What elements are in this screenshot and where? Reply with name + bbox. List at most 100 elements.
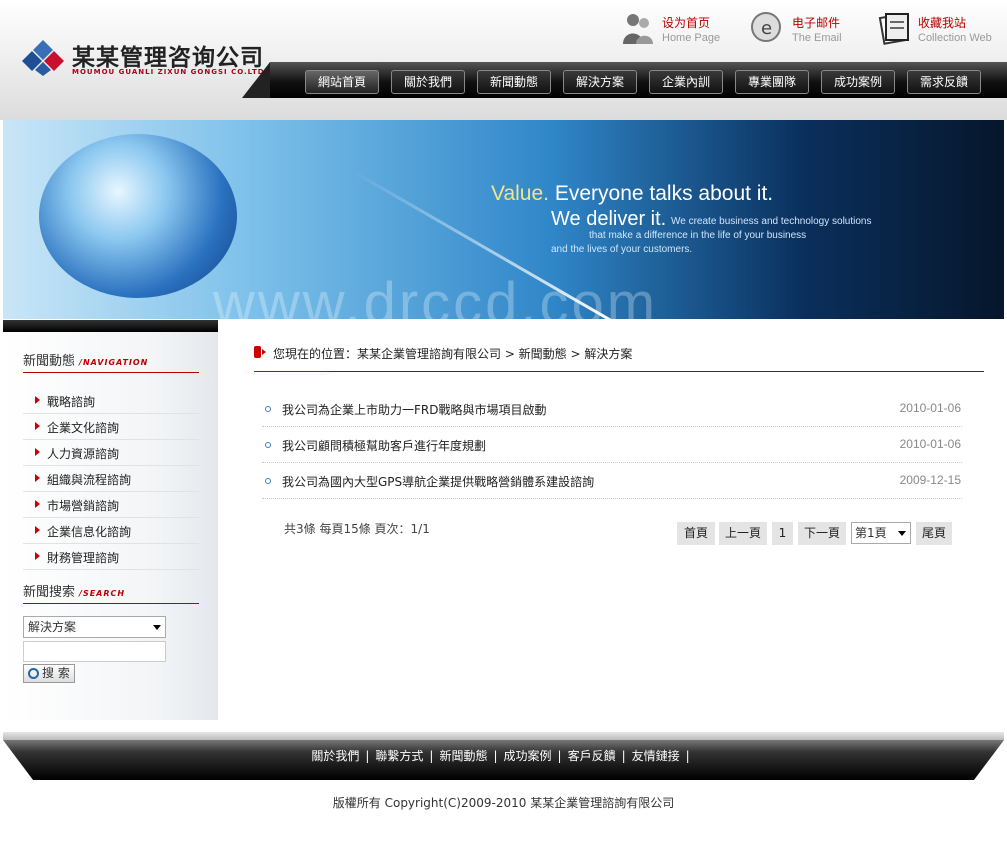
- footer-link-about[interactable]: 關於我們: [311, 749, 359, 763]
- sidebar-item-culture[interactable]: 企業文化諮詢: [23, 414, 199, 440]
- email-icon: e: [751, 12, 781, 42]
- banner-value: Value.: [491, 182, 549, 205]
- current-page[interactable]: 1: [772, 522, 793, 545]
- prev-page-button[interactable]: 上一頁: [719, 522, 767, 545]
- banner-line5: and the lives of your customers.: [551, 244, 693, 255]
- footer-link-friends[interactable]: 友情鏈接: [632, 749, 680, 763]
- news-title[interactable]: 我公司為企業上市助力一FRD戰略與市場項目啟動: [282, 401, 546, 418]
- footer-links: 關於我們 | 聯繫方式 | 新聞動態 | 成功案例 | 客戶反饋 | 友情鏈接 |: [3, 747, 1004, 764]
- toplink-cn: 设为首页: [662, 16, 711, 30]
- bullet-icon: [265, 478, 271, 484]
- footer-separator: |: [685, 749, 690, 763]
- bookmark-icon: [878, 13, 909, 45]
- sidebar-item-label: 財務管理諮詢: [47, 551, 120, 565]
- sidebar-item-hr[interactable]: 人力資源諮詢: [23, 440, 199, 466]
- search-button-label: 搜 索: [42, 666, 70, 680]
- nav-feedback[interactable]: 需求反饋: [907, 70, 981, 94]
- sidebar-item-it[interactable]: 企業信息化諮詢: [23, 518, 199, 544]
- search-keyword-input[interactable]: [23, 641, 166, 662]
- arrow-icon: [35, 500, 40, 508]
- top-links: 设为首页 Home Page e 电子邮件 The Email 收藏我站 Col…: [620, 10, 1000, 50]
- banner-line2: We deliver it.: [551, 208, 667, 230]
- banner-line1: Value. Everyone talks about it.: [491, 182, 773, 206]
- banner: www.drccd.com Value. Everyone talks abou…: [3, 120, 1004, 319]
- breadcrumb-accent: [254, 371, 329, 372]
- next-page-button[interactable]: 下一頁: [798, 522, 846, 545]
- news-title[interactable]: 我公司為國內大型GPS導航企業提供戰略營銷體系建設諮詢: [282, 473, 594, 490]
- sidebar-nav-title-en: /NAVIGATION: [79, 358, 149, 367]
- search-button[interactable]: 搜 索: [23, 664, 75, 683]
- sidebar-item-marketing[interactable]: 市場營銷諮詢: [23, 492, 199, 518]
- copyright: 版權所有 Copyright(C)2009-2010 某某企業管理諮詢有限公司: [332, 796, 675, 810]
- sidebar-nav-title: 新聞動態/NAVIGATION: [23, 350, 148, 369]
- footer-link-news[interactable]: 新聞動態: [439, 749, 487, 763]
- chevron-down-icon: [153, 625, 161, 630]
- pagination-info: 共3條 每頁15條 頁次：1/1: [284, 522, 430, 536]
- news-item[interactable]: 我公司為企業上市助力一FRD戰略與市場項目啟動 2010-01-06: [262, 392, 962, 427]
- footer-link-cases[interactable]: 成功案例: [504, 749, 552, 763]
- nav-team[interactable]: 專業團隊: [735, 70, 809, 94]
- news-item[interactable]: 我公司為國內大型GPS導航企業提供戰略營銷體系建設諮詢 2009-12-15: [262, 464, 962, 499]
- sidebar-nav-title-text: 新聞動態: [23, 354, 76, 369]
- toplink-cn: 收藏我站: [918, 16, 967, 30]
- first-page-button[interactable]: 首頁: [677, 522, 715, 545]
- sidebar-item-label: 人力資源諮詢: [47, 447, 120, 461]
- footer-top-strip: [3, 732, 1004, 740]
- sidebar-item-label: 戰略諮詢: [47, 395, 96, 409]
- user-home-icon: [623, 14, 653, 44]
- svg-text:e: e: [761, 18, 772, 39]
- sidebar-divider: [23, 372, 199, 373]
- nav-cases[interactable]: 成功案例: [821, 70, 895, 94]
- footer-separator: |: [429, 749, 434, 763]
- search-category-select[interactable]: 解決方案: [23, 616, 166, 638]
- news-date: 2010-01-06: [899, 401, 961, 415]
- sidebar-item-label: 企業文化諮詢: [47, 421, 120, 435]
- sidebar-item-organization[interactable]: 組織與流程諮詢: [23, 466, 199, 492]
- arrow-icon: [35, 474, 40, 482]
- toplink-en: The Email: [792, 32, 842, 44]
- news-title[interactable]: 我公司顧問積極幫助客戶進行年度規劃: [282, 437, 486, 454]
- breadcrumb: 您現在的位置：某某企業管理諮詢有限公司 > 新聞動態 > 解決方案: [254, 343, 984, 372]
- footer-separator: |: [365, 749, 370, 763]
- sidebar-item-strategy[interactable]: 戰略諮詢: [23, 388, 199, 414]
- footer-link-feedback[interactable]: 客戶反饋: [568, 749, 616, 763]
- toplink-en: Home Page: [662, 32, 721, 44]
- footer-separator: |: [557, 749, 562, 763]
- banner-watermark: www.drccd.com: [213, 271, 659, 319]
- nav-about[interactable]: 關於我們: [391, 70, 465, 94]
- magnifier-icon: [28, 668, 39, 679]
- footer-separator: |: [493, 749, 498, 763]
- page-select-value: 第1頁: [855, 526, 887, 540]
- sidebar-topbar: [3, 320, 218, 332]
- banner-line3: We create business and technology soluti…: [671, 216, 872, 227]
- header: 某某管理咨询公司 MOUMOU GUANLI ZIXUN GONGSI CO.L…: [0, 0, 1007, 120]
- nav-solutions[interactable]: 解決方案: [563, 70, 637, 94]
- sidebar: 新聞動態/NAVIGATION 戰略諮詢 企業文化諮詢 人力資源諮詢 組織與流程…: [3, 320, 218, 720]
- arrow-icon: [35, 526, 40, 534]
- globe-image: [39, 134, 237, 298]
- sidebar-search-title-en: /SEARCH: [79, 589, 126, 598]
- sidebar-search-title: 新聞搜索/SEARCH: [23, 581, 125, 600]
- last-page-button[interactable]: 尾頁: [916, 522, 952, 545]
- sidebar-item-finance[interactable]: 財務管理諮詢: [23, 544, 199, 570]
- arrow-icon: [35, 448, 40, 456]
- footer-separator: |: [621, 749, 626, 763]
- chevron-down-icon: [898, 531, 906, 536]
- location-icon: [254, 346, 266, 358]
- sidebar-search-title-text: 新聞搜索: [23, 585, 76, 600]
- footer: 關於我們 | 聯繫方式 | 新聞動態 | 成功案例 | 客戶反饋 | 友情鏈接 |: [3, 732, 1004, 784]
- page-select[interactable]: 第1頁: [851, 522, 911, 544]
- news-date: 2010-01-06: [899, 437, 961, 451]
- nav-news[interactable]: 新聞動態: [477, 70, 551, 94]
- bullet-icon: [265, 442, 271, 448]
- news-item[interactable]: 我公司顧問積極幫助客戶進行年度規劃 2010-01-06: [262, 428, 962, 463]
- sidebar-item-label: 市場營銷諮詢: [47, 499, 120, 513]
- bullet-icon: [265, 406, 271, 412]
- nav-training[interactable]: 企業內訓: [649, 70, 723, 94]
- toplink-en: Collection Web: [918, 32, 992, 44]
- sidebar-item-label: 企業信息化諮詢: [47, 525, 132, 539]
- banner-line1-text: Everyone talks about it.: [554, 182, 774, 205]
- footer-link-contact[interactable]: 聯繫方式: [375, 749, 423, 763]
- sidebar-item-label: 組織與流程諮詢: [47, 473, 132, 487]
- nav-home[interactable]: 網站首頁: [305, 70, 379, 94]
